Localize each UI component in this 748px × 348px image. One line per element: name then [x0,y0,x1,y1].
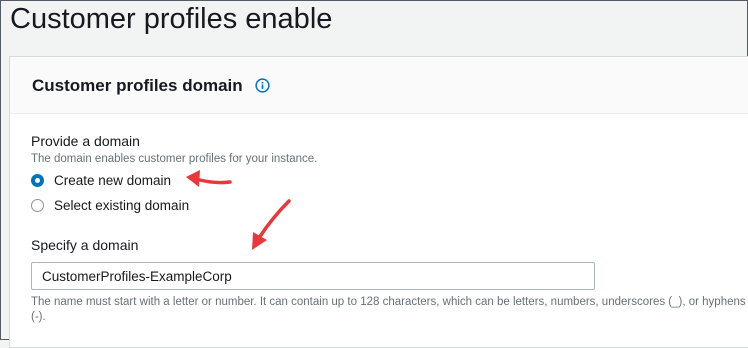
provide-domain-label: Provide a domain [31,133,140,149]
info-icon[interactable] [255,78,270,93]
panel-header: Customer profiles domain [10,57,748,114]
radio-button[interactable] [31,198,44,212]
page-title: Customer profiles enable [10,3,333,35]
domain-panel: Customer profiles domain Provide a domai… [9,56,748,348]
panel-title: Customer profiles domain [32,76,243,95]
radio-select-existing-domain[interactable]: Select existing domain [31,196,189,214]
radio-label: Select existing domain [54,197,190,213]
radio-label: Create new domain [54,172,172,188]
specify-domain-label: Specify a domain [31,237,139,253]
domain-constraint-text: The name must start with a letter or num… [31,296,746,323]
radio-create-new-domain[interactable]: Create new domain [31,171,171,189]
radio-button-selected[interactable] [31,173,44,187]
provide-domain-description: The domain enables customer profiles for… [31,153,318,165]
domain-name-input[interactable] [31,262,595,290]
